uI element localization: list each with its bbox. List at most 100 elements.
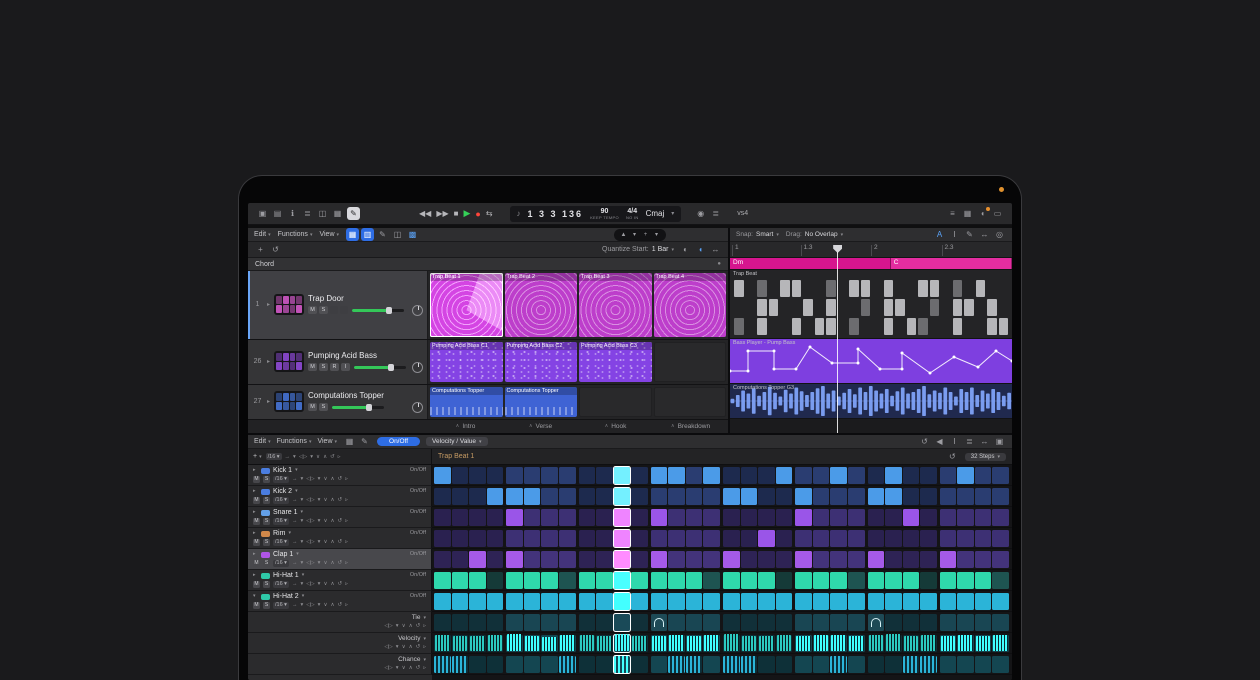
step-cell[interactable] — [487, 509, 504, 526]
sequencer-row-header[interactable]: ▸Kick 2▾On/OffMS/16 ▾→▾◁▷▾∨∧↺▹ — [248, 486, 432, 507]
chevron-down-icon[interactable]: ▾ — [296, 552, 299, 557]
step-cell[interactable] — [741, 572, 758, 589]
disclosure-icon[interactable]: ▸ — [267, 358, 270, 365]
step-cell[interactable] — [920, 530, 937, 547]
step-cell[interactable] — [434, 551, 451, 568]
step-cell[interactable] — [868, 467, 885, 484]
step-cell[interactable] — [723, 530, 740, 547]
play-icon[interactable]: ▹ — [345, 519, 348, 525]
step-cell[interactable] — [596, 572, 613, 589]
step-cell[interactable] — [487, 551, 504, 568]
arrow-right-icon[interactable]: → — [292, 582, 298, 588]
velocity-bar[interactable] — [777, 635, 792, 650]
step-cell[interactable] — [469, 593, 486, 610]
value-mode-menu[interactable]: Velocity / Value ▾ — [426, 437, 487, 446]
step-cell[interactable] — [651, 593, 668, 610]
velocity-bar[interactable] — [525, 636, 540, 651]
step-cell[interactable] — [487, 530, 504, 547]
step-cell[interactable] — [487, 656, 504, 673]
chevron-down-icon[interactable]: ▾ — [302, 594, 305, 599]
solo-button[interactable]: S — [263, 497, 270, 504]
step-cell[interactable] — [940, 656, 957, 673]
chevron-down-icon[interactable]: ▾ — [300, 582, 303, 588]
step-cell[interactable] — [723, 635, 740, 652]
up-icon[interactable]: ∧ — [330, 540, 334, 546]
step-cell[interactable] — [848, 530, 865, 547]
loop-cell[interactable]: Computations Topper — [430, 387, 503, 417]
step-cell[interactable] — [848, 593, 865, 610]
step-cell[interactable] — [885, 509, 902, 526]
step-cell[interactable] — [885, 572, 902, 589]
loop-cell[interactable]: Trap Beat 3 — [579, 273, 652, 337]
step-cell[interactable] — [992, 530, 1009, 547]
up-icon[interactable]: ∧ — [330, 582, 334, 588]
velocity-bar[interactable] — [470, 636, 485, 650]
loop-cell[interactable]: Trap Beat 1 — [430, 273, 503, 337]
track-s-button[interactable]: S — [319, 403, 328, 411]
step-cell[interactable] — [723, 509, 740, 526]
step-cell[interactable] — [559, 509, 576, 526]
step-cell[interactable] — [848, 488, 865, 505]
step-cell[interactable] — [776, 467, 793, 484]
step-cell[interactable] — [434, 509, 451, 526]
step-cell[interactable] — [776, 656, 793, 673]
lcd-display[interactable]: ♪ 1 3 3 136 90 KEEP TEMPO 4/4 NO IN Cmaj… — [510, 206, 682, 222]
step-cell[interactable] — [920, 467, 937, 484]
step-cell[interactable] — [631, 530, 648, 547]
step-cell[interactable] — [830, 551, 847, 568]
step-cell[interactable] — [541, 572, 558, 589]
list-icon[interactable]: ≣ — [709, 207, 722, 220]
step-cell[interactable] — [703, 572, 720, 589]
subrow-header[interactable]: Chance▾◁▷▾∨∧↺▹ — [248, 654, 432, 675]
step-cell[interactable] — [776, 635, 793, 652]
step-cell[interactable] — [776, 488, 793, 505]
step-cell[interactable] — [452, 614, 469, 631]
velocity-bar[interactable] — [453, 636, 468, 651]
step-cell[interactable] — [813, 488, 830, 505]
step-cell[interactable] — [579, 530, 596, 547]
step-cell[interactable] — [506, 509, 523, 526]
list-view-icon[interactable]: ≡ — [946, 207, 959, 220]
down-icon[interactable]: ∨ — [316, 454, 320, 460]
step-cell[interactable] — [452, 509, 469, 526]
velocity-bar[interactable] — [542, 637, 557, 651]
chevron-down-icon[interactable]: ▾ — [288, 531, 291, 536]
track-region[interactable]: Computations Topper G3 — [730, 384, 1012, 419]
scene-trigger-intro[interactable]: ∧Intro — [428, 420, 503, 433]
step-cell[interactable] — [795, 488, 812, 505]
chevron-down-icon[interactable]: ▾ — [671, 210, 674, 217]
step-cell[interactable] — [940, 509, 957, 526]
stop-button[interactable]: ■ — [454, 209, 459, 218]
loop-icon[interactable]: ↺ — [338, 603, 343, 609]
step-cell[interactable] — [813, 656, 830, 673]
velocity-bar[interactable] — [560, 635, 575, 651]
step-cell[interactable] — [614, 467, 631, 484]
step-cell[interactable] — [614, 572, 631, 589]
menu-view[interactable]: View▾ — [319, 231, 339, 238]
chevron-down-icon[interactable]: ▾ — [423, 637, 426, 642]
step-cell[interactable] — [975, 488, 992, 505]
step-cell[interactable] — [885, 656, 902, 673]
up-icon[interactable]: ∧ — [330, 477, 334, 483]
step-cell[interactable] — [992, 635, 1009, 652]
step-cell[interactable] — [813, 635, 830, 652]
step-cell[interactable] — [524, 656, 541, 673]
step-cell[interactable] — [596, 530, 613, 547]
pan-knob[interactable] — [412, 362, 423, 373]
velocity-bar[interactable] — [976, 636, 991, 651]
step-cell[interactable] — [469, 509, 486, 526]
up-icon[interactable]: ∧ — [330, 603, 334, 609]
step-cell[interactable] — [920, 614, 937, 631]
loop-cell[interactable]: Pumping Acid Bass C3 — [579, 342, 652, 382]
pencil-icon[interactable]: ✎ — [963, 228, 976, 241]
step-cell[interactable] — [975, 593, 992, 610]
step-cell[interactable] — [668, 614, 685, 631]
step-cell[interactable] — [903, 509, 920, 526]
arrow-right-icon[interactable]: → — [292, 519, 298, 525]
step-cell[interactable] — [703, 593, 720, 610]
step-cell[interactable] — [579, 656, 596, 673]
step-cell[interactable] — [651, 635, 668, 652]
step-cell[interactable] — [434, 593, 451, 610]
step-cell[interactable] — [813, 614, 830, 631]
step-cell[interactable] — [830, 467, 847, 484]
